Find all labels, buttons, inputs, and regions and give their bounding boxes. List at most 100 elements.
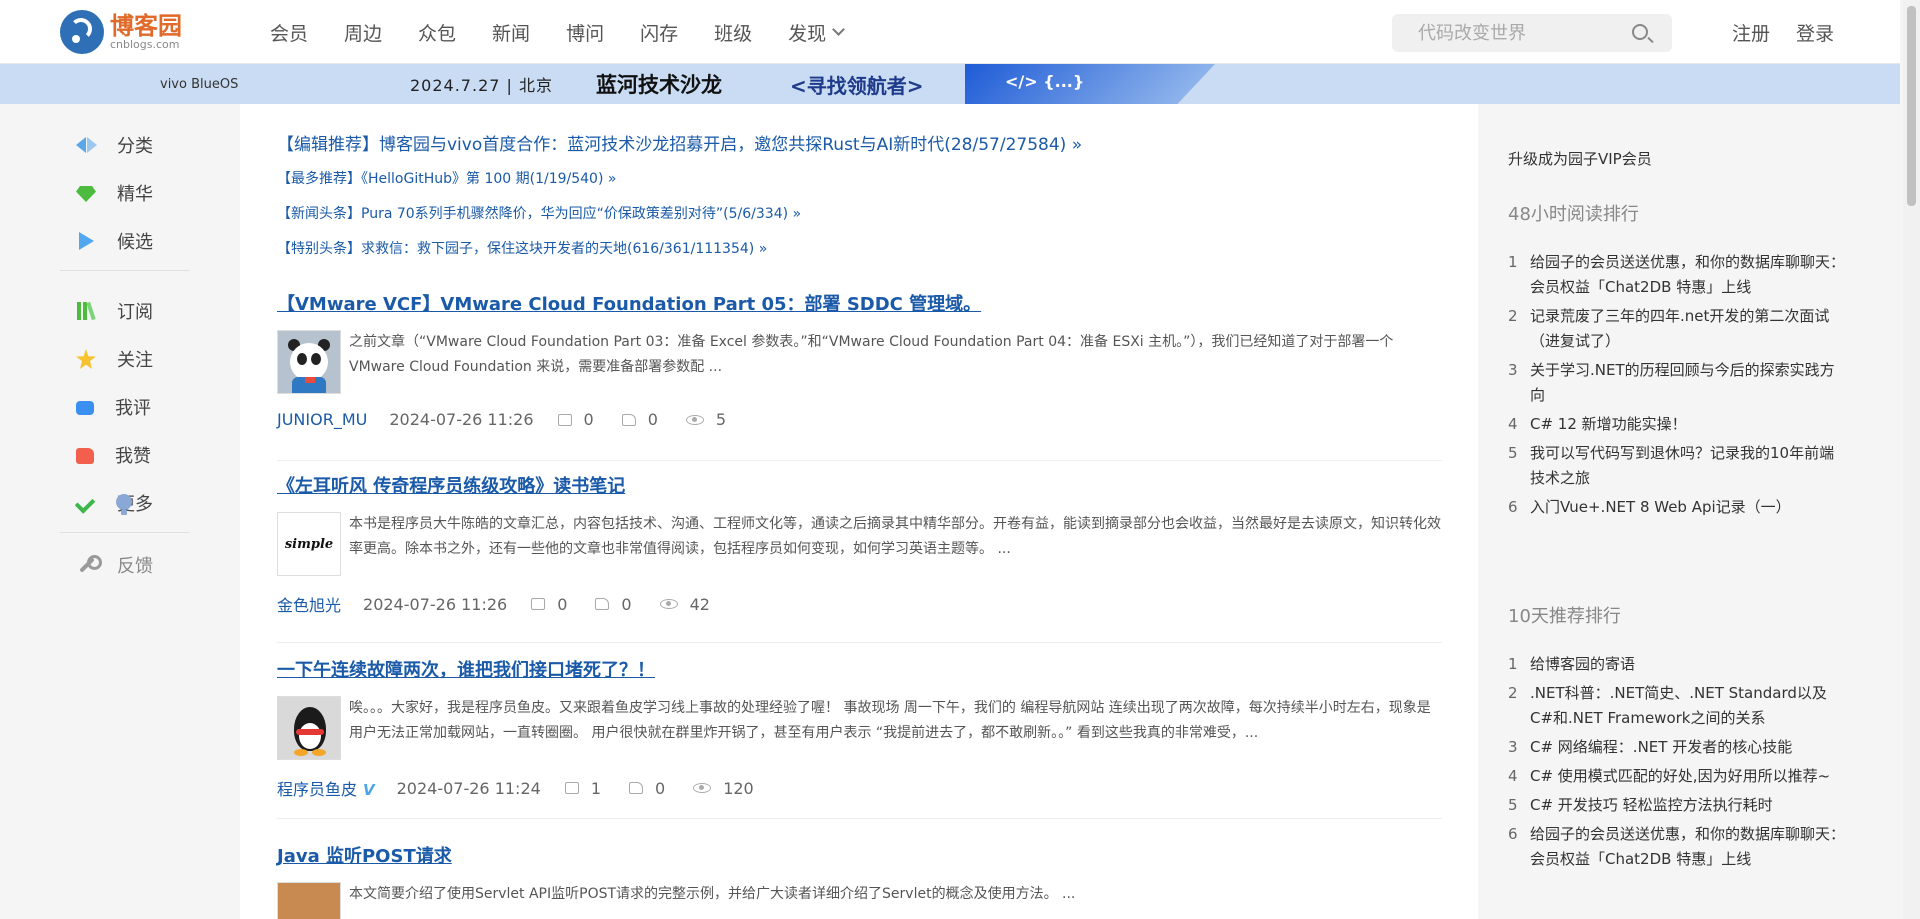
nav-news[interactable]: 新闻 (492, 19, 530, 46)
banner-slogan: <寻找领航者> (790, 73, 924, 98)
sidebar-item-category[interactable]: 分类 (76, 130, 153, 160)
author-avatar[interactable]: simple (277, 512, 341, 576)
nav-discover-label: 发现 (788, 22, 827, 45)
news-headline-link[interactable]: 【新闻头条】Pura 70系列手机骤然降价，华为回应“价保政策差别对待”(5/6… (277, 203, 801, 223)
like-count-value: 0 (655, 778, 666, 798)
sidebar-item-label: 我赞 (115, 446, 151, 467)
post-date: 2024-07-26 11:24 (396, 778, 541, 798)
list-item[interactable]: 2 .NET科普：.NET简史、.NET Standard以及C#和.NET Fr… (1508, 681, 1848, 731)
list-item[interactable]: 4 C# 使用模式匹配的好处,因为好用所以推荐~ (1508, 764, 1848, 789)
post-title[interactable]: 《左耳听风 传奇程序员练级攻略》读书笔记 (277, 472, 1442, 498)
logo-icon (60, 10, 104, 54)
nav-discover[interactable]: 发现 (788, 19, 845, 46)
rank-number: 2 (1508, 684, 1518, 702)
login-link[interactable]: 登录 (1796, 19, 1834, 46)
list-item[interactable]: 4 C# 12 新增功能实操！ (1508, 412, 1848, 437)
like-count-value: 0 (647, 410, 658, 429)
rank-title: 记录荒废了三年的四年.net开发的第二次面试（进复试了） (1530, 307, 1830, 350)
post-divider (277, 460, 1442, 461)
read-ranking-48h-list: 1 给园子的会员送送优惠，和你的数据库聊聊天：会员权益「Chat2DB 特惠」上线… (1508, 250, 1848, 524)
eye-icon (659, 599, 678, 609)
author-avatar[interactable] (277, 330, 341, 394)
sidebar-item-subscriptions[interactable]: 订阅 (76, 296, 153, 326)
post-title[interactable]: 一下午连续故障两次，谁把我们接口堵死了？！ (277, 656, 1442, 682)
list-item[interactable]: 1 给园子的会员送送优惠，和你的数据库聊聊天：会员权益「Chat2DB 特惠」上线 (1508, 250, 1848, 300)
right-sidebar: 升级成为园子VIP会员 48小时阅读排行 1 给园子的会员送送优惠，和你的数据库聊… (1478, 104, 1900, 919)
vip-upgrade-link[interactable]: 升级成为园子VIP会员 (1508, 148, 1652, 169)
special-headline-link[interactable]: 【特别头条】求救信：救下园子，保住这块开发者的天地(616/361/111354… (277, 238, 767, 258)
category-icon (76, 135, 97, 155)
rank-title: 给园子的会员送送优惠，和你的数据库聊聊天：会员权益「Chat2DB 特惠」上线 (1530, 253, 1846, 296)
nav-class[interactable]: 班级 (714, 19, 752, 46)
author-avatar[interactable] (277, 882, 341, 919)
top-recommendation-link[interactable]: 【最多推荐】《HelloGitHub》第 100 期(1/19/540) » (277, 168, 616, 188)
comment-count[interactable]: 0 (557, 410, 594, 429)
rank-title: 我可以写代码写到退休吗？记录我的10年前端技术之旅 (1530, 444, 1835, 487)
site-logo[interactable]: 博客园 cnblogs.com (60, 8, 200, 56)
nav-flash[interactable]: 闪存 (640, 19, 678, 46)
register-link[interactable]: 注册 (1732, 19, 1770, 46)
author-avatar[interactable] (277, 696, 341, 760)
sidebar-item-label: 关注 (117, 350, 153, 371)
page-scrollbar[interactable] (1903, 0, 1920, 919)
post-title[interactable]: Java 监听POST请求 (277, 842, 1442, 868)
nav-vip[interactable]: 会员 (270, 19, 308, 46)
lightbulb-icon[interactable] (116, 494, 132, 516)
sidebar-item-candidates[interactable]: 候选 (76, 226, 153, 256)
rank-number: 6 (1508, 498, 1518, 516)
view-count[interactable]: 42 (659, 595, 710, 614)
nav-merch[interactable]: 周边 (344, 19, 382, 46)
sidebar-item-featured[interactable]: 精华 (76, 178, 153, 208)
list-item[interactable]: 5 C# 开发技巧 轻松监控方法执行耗时 (1508, 793, 1848, 818)
search-input[interactable] (1392, 14, 1612, 52)
thumbs-up-icon (629, 782, 643, 794)
post-author[interactable]: 程序员鱼皮 V (277, 776, 375, 800)
sidebar-item-following[interactable]: 关注 (76, 344, 153, 374)
scrollbar-thumb[interactable] (1907, 6, 1916, 206)
list-item[interactable]: 3 C# 网络编程：.NET 开发者的核心技能 (1508, 735, 1848, 760)
rank-number: 5 (1508, 444, 1518, 462)
editor-recommendation-link[interactable]: 【编辑推荐】博客园与vivo首度合作：蓝河技术沙龙招募开启，邀您共探Rust与A… (277, 130, 1082, 155)
left-sidebar: 分类 精华 候选 订阅 关注 我评 我赞 更多 反馈 (0, 104, 240, 919)
rank-title: 入门Vue+.NET 8 Web Api记录（一） (1530, 498, 1791, 516)
post-summary: 本文简要介绍了使用Servlet API监听POST请求的完整示例，并给广大读者… (349, 886, 1076, 902)
comment-count[interactable]: 0 (531, 595, 567, 614)
comment-count-value: 0 (583, 410, 594, 429)
sidebar-item-feedback[interactable]: 反馈 (76, 550, 153, 580)
sidebar-item-my-comments[interactable]: 我评 (76, 392, 151, 422)
chevron-down-icon (832, 22, 845, 36)
list-item[interactable]: 3 关于学习.NET的历程回顾与今后的探索实践方向 (1508, 358, 1848, 408)
rank-title: C# 网络编程：.NET 开发者的核心技能 (1530, 738, 1793, 756)
sidebar-divider (60, 532, 190, 533)
comment-icon (76, 401, 94, 415)
view-count[interactable]: 120 (693, 779, 754, 798)
banner-brand: vivo BlueOS (160, 76, 239, 92)
like-count[interactable]: 0 (621, 410, 658, 429)
sidebar-item-more[interactable]: 更多 (76, 488, 153, 518)
view-count[interactable]: 5 (685, 410, 726, 429)
gem-icon (76, 186, 96, 202)
list-item[interactable]: 6 入门Vue+.NET 8 Web Api记录（一） (1508, 495, 1848, 520)
list-item[interactable]: 6 给园子的会员送送优惠，和你的数据库聊聊天：会员权益「Chat2DB 特惠」上线 (1508, 822, 1848, 872)
post-meta: JUNIOR_MU 2024-07-26 11:26 0 0 5 (277, 410, 1442, 429)
post-item: 一下午连续故障两次，谁把我们接口堵死了？！ 唉。。。大家好，我是程序员鱼皮。又来… (277, 656, 1442, 800)
sidebar-item-my-likes[interactable]: 我赞 (76, 440, 151, 470)
post-author[interactable]: 金色旭光 (277, 592, 341, 616)
comment-icon (564, 782, 579, 794)
banner-code-icon: </> {...} (1005, 72, 1085, 91)
like-count[interactable]: 0 (629, 779, 665, 798)
like-count[interactable]: 0 (595, 595, 632, 614)
post-summary: 本书是程序员大牛陈皓的文章汇总，内容包括技术、沟通、工程师文化等，通读之后摘录其… (349, 516, 1441, 557)
search-icon[interactable] (1632, 24, 1648, 40)
post-author[interactable]: JUNIOR_MU (277, 410, 367, 429)
list-item[interactable]: 2 记录荒废了三年的四年.net开发的第二次面试（进复试了） (1508, 304, 1848, 354)
nav-questions[interactable]: 博问 (566, 19, 604, 46)
top-header: 博客园 cnblogs.com 会员 周边 众包 新闻 博问 闪存 班级 发现 … (0, 0, 1900, 64)
thumbs-up-icon (76, 448, 94, 464)
nav-crowdsource[interactable]: 众包 (418, 19, 456, 46)
list-item[interactable]: 5 我可以写代码写到退休吗？记录我的10年前端技术之旅 (1508, 441, 1848, 491)
promo-banner[interactable]: vivo BlueOS 2024.7.27 | 北京 蓝河技术沙龙 <寻找领航者… (0, 64, 1900, 104)
post-title[interactable]: 【VMware VCF】VMware Cloud Foundation Part… (277, 290, 1442, 316)
list-item[interactable]: 1 给博客园的寄语 (1508, 652, 1848, 677)
comment-count[interactable]: 1 (564, 779, 601, 798)
